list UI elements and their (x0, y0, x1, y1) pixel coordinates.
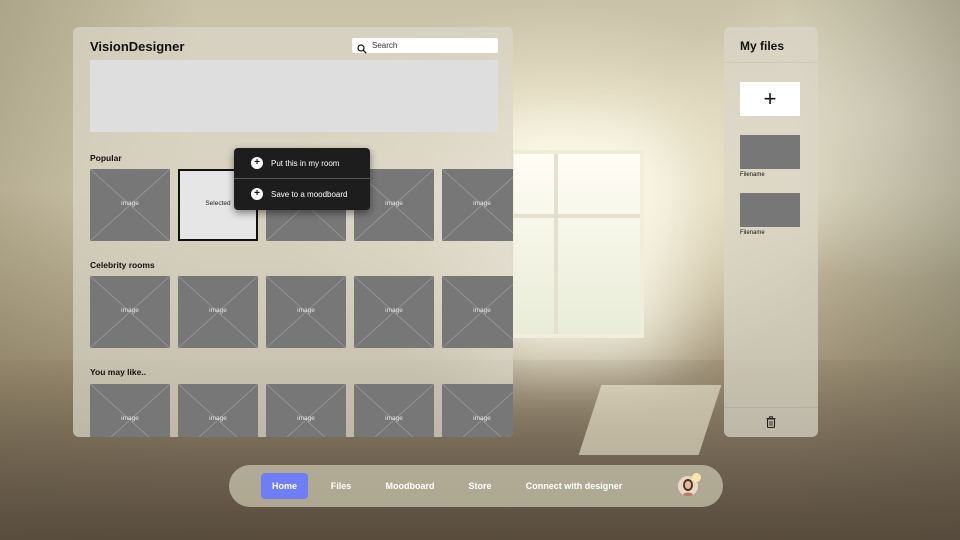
plus-circle-icon: + (251, 157, 263, 169)
search-box[interactable] (352, 38, 498, 54)
app-title: VisionDesigner (90, 39, 185, 54)
file-thumbnail[interactable] (740, 135, 800, 169)
my-files-panel: My files + Filename Filename (724, 27, 818, 437)
nav-moodboard[interactable]: Moodboard (380, 473, 440, 499)
menu-item-label: Save to a moodboard (271, 189, 348, 199)
thumbnail[interactable]: image (90, 169, 170, 241)
plus-circle-icon: + (251, 188, 263, 200)
thumbnail[interactable]: image (442, 169, 513, 241)
celebrity-row: image image image image image (90, 276, 513, 348)
thumbnail[interactable]: image (266, 276, 346, 348)
thumbnail[interactable]: image (90, 384, 170, 437)
nav-connect-with-designer[interactable]: Connect with designer (521, 473, 627, 499)
thumbnail[interactable]: image (178, 384, 258, 437)
thumbnail[interactable]: image (266, 384, 346, 437)
section-title-popular: Popular (90, 153, 122, 163)
featured-banner[interactable] (90, 60, 498, 132)
nav-files[interactable]: Files (323, 473, 359, 499)
sunlight-patch (578, 385, 722, 455)
trash-icon[interactable] (764, 415, 778, 429)
search-input[interactable] (372, 41, 482, 50)
file-thumbnail[interactable] (740, 193, 800, 227)
thumbnail[interactable]: image (354, 276, 434, 348)
thumbnail[interactable]: image (442, 276, 513, 348)
search-icon (357, 41, 367, 54)
divider (724, 407, 818, 408)
save-to-moodboard-menu-item[interactable]: + Save to a moodboard (234, 178, 370, 209)
put-in-room-menu-item[interactable]: + Put this in my room (234, 148, 370, 178)
divider (724, 62, 818, 63)
file-name: Filename (740, 230, 765, 236)
section-title-celebrity-rooms: Celebrity rooms (90, 260, 155, 270)
section-title-you-may-like: You may like.. (90, 367, 147, 377)
status-dot (692, 473, 701, 482)
context-menu: + Put this in my room + Save to a moodbo… (234, 148, 370, 210)
bottom-nav: Home Files Moodboard Store Connect with … (229, 465, 723, 507)
thumbnail[interactable]: image (442, 384, 513, 437)
thumbnail[interactable]: image (90, 276, 170, 348)
thumbnail[interactable]: image (354, 384, 434, 437)
menu-item-label: Put this in my room (271, 158, 340, 168)
file-name: Filename (740, 172, 765, 178)
my-files-title: My files (740, 39, 785, 53)
browse-panel: VisionDesigner Popular image Selected im… (73, 27, 513, 437)
window (510, 150, 644, 338)
nav-store[interactable]: Store (461, 473, 499, 499)
add-file-button[interactable]: + (740, 82, 800, 116)
nav-home[interactable]: Home (261, 473, 308, 499)
you-may-like-row: image image image image image (90, 384, 513, 437)
thumbnail[interactable]: image (178, 276, 258, 348)
